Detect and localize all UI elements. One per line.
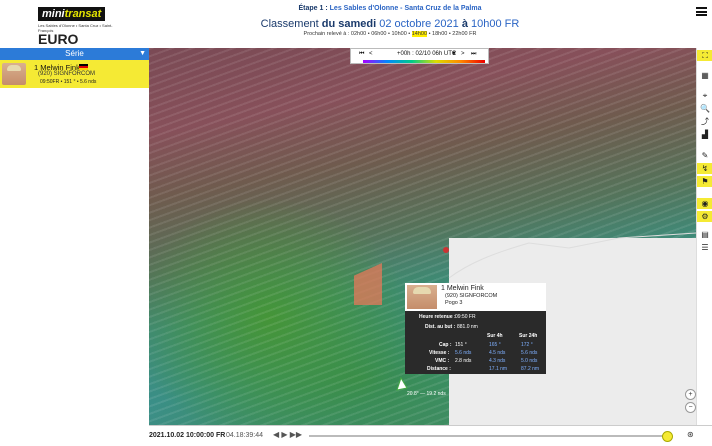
route-icon[interactable]: ⤴ xyxy=(697,116,712,127)
col-24h: Sur 24h xyxy=(519,333,538,339)
vmc-now: 2.8 nds xyxy=(455,358,472,364)
cap-4h: 165 ° xyxy=(489,342,501,348)
stage-route: Les Sables d'Olonne - Santa Cruz de la P… xyxy=(329,5,482,12)
vmc-24h: 5.0 nds xyxy=(521,358,538,364)
locate-icon[interactable]: ⌖ xyxy=(697,90,712,101)
grid-icon[interactable]: ▤ xyxy=(697,229,712,240)
replay-date: 2021.10.02 10:00:00 FR xyxy=(149,432,226,439)
series-selector[interactable]: Série ▼ xyxy=(0,48,149,60)
forecast-time-label: +00h : 02/10 06h UTC xyxy=(397,51,457,57)
boat-sail: (920) SIGNFORCOM xyxy=(38,71,96,77)
distance-4h: 17.1 nm xyxy=(489,366,508,372)
cap-24h: 172 ° xyxy=(521,342,533,348)
skipper-avatar xyxy=(2,63,26,85)
sail-icon[interactable]: ⚑ xyxy=(697,176,712,187)
boat-meta: 09:50FR • 151 ° • 5.6 nds xyxy=(40,79,97,85)
heure-label: Heure retenue : xyxy=(419,314,456,320)
zoom-search-icon[interactable]: 🔍 xyxy=(697,103,712,114)
heure-value: 09:50 FR xyxy=(455,314,476,320)
popup-name: 1 Melwin Fink xyxy=(441,285,484,292)
coastline xyxy=(448,232,696,279)
popup-boat-type: Pogo 3 xyxy=(445,300,463,306)
boat-info-popup: 1 Melwin Fink (920) SIGNFORCOM Pogo 3 He… xyxy=(405,283,546,374)
waypoint-marker-icon xyxy=(443,247,449,253)
speed-24h: 5.6 nds xyxy=(521,350,538,356)
forecast-time-control: ⏮ < +00h : 02/10 06h UTC ▼ > ⏭ xyxy=(350,48,489,64)
next-step-button[interactable]: > xyxy=(461,51,465,57)
vmc-label: VMC : xyxy=(435,358,450,364)
compass-icon[interactable]: ◉ xyxy=(697,198,712,209)
speed-label: Vitesse : xyxy=(429,350,450,356)
first-step-button[interactable]: ⏮ xyxy=(359,51,364,58)
timeline-bar: 2021.10.02 10:00:00 FR 04.18:39:44 ◀ ▶ ▶… xyxy=(149,425,712,446)
race-logo[interactable]: minitransat Les Sables d'Olonne • Santa … xyxy=(8,4,118,63)
ranking-icon[interactable]: ▟ xyxy=(697,129,712,140)
dist-value: 881.0 nm xyxy=(457,324,478,330)
menu-icon[interactable] xyxy=(696,7,707,16)
distance-label: Distance : xyxy=(427,366,451,372)
speed-now: 5.6 nds xyxy=(455,350,472,356)
timeline-knob[interactable] xyxy=(662,431,673,442)
tools-icon[interactable]: ⚙ xyxy=(697,211,712,222)
geovoile-logo-icon[interactable]: ⊛ xyxy=(687,430,694,439)
chevron-down-icon: ▼ xyxy=(139,50,146,57)
right-toolbar: ⛶ ▦ ⌖ 🔍 ⤴ ▟ ✎ ↯ ⚑ ◉ ⚙ ▤ ☰ xyxy=(696,48,712,425)
prev-step-button[interactable]: < xyxy=(369,51,373,57)
distance-24h: 87.2 nm xyxy=(521,366,540,372)
playback-controls[interactable]: ◀ ▶ ▶▶ xyxy=(273,430,302,439)
last-step-button[interactable]: ⏭ xyxy=(471,51,476,58)
boat-list-item[interactable]: 1 Melwin Fink (920) SIGNFORCOM 09:50FR •… xyxy=(0,60,149,88)
zoom-in-icon[interactable]: + xyxy=(685,389,696,400)
eraser-icon[interactable]: ✎ xyxy=(697,150,712,161)
wind-icon[interactable]: ↯ xyxy=(697,163,712,174)
timeline-track[interactable] xyxy=(309,435,664,437)
col-4h: Sur 4h xyxy=(487,333,503,339)
header: minitransat Les Sables d'Olonne • Santa … xyxy=(0,0,712,63)
fullscreen-icon[interactable]: ⛶ xyxy=(697,50,712,61)
boat-marker-icon xyxy=(396,376,408,391)
wind-color-scale xyxy=(363,60,485,63)
sidebar: Série ▼ 1 Melwin Fink (920) SIGNFORCOM 09… xyxy=(0,48,149,445)
layers-icon[interactable]: ▦ xyxy=(697,70,712,81)
dist-label: Dist. au but : xyxy=(425,324,456,330)
forecast-dropdown[interactable]: ▼ xyxy=(451,51,457,57)
stage-title: Étape 1 : Les Sables d'Olonne - Santa Cr… xyxy=(298,5,482,12)
zoom-out-icon[interactable]: − xyxy=(685,402,696,413)
elapsed-time: 04.18:39:44 xyxy=(226,432,263,439)
popup-sail: (920) SIGNFORCOM xyxy=(445,293,498,299)
ranking-title: Classement du samedi 02 octobre 2021 à 1… xyxy=(260,18,520,30)
vmc-4h: 4.3 nds xyxy=(489,358,506,364)
cap-now: 151 ° xyxy=(455,342,467,348)
speed-4h: 4.5 nds xyxy=(489,350,506,356)
skipper-avatar xyxy=(407,285,437,309)
wind-readout: 20.8° — 19.2 nds xyxy=(407,391,446,397)
logo-mini-transat: minitransat xyxy=(38,7,106,21)
next-update: Prochain relevé à : 02h00 • 06h00 • 10h0… xyxy=(303,31,477,37)
cap-label: Cap : xyxy=(439,342,452,348)
list-icon[interactable]: ☰ xyxy=(697,242,712,253)
german-flag-icon xyxy=(79,64,88,70)
